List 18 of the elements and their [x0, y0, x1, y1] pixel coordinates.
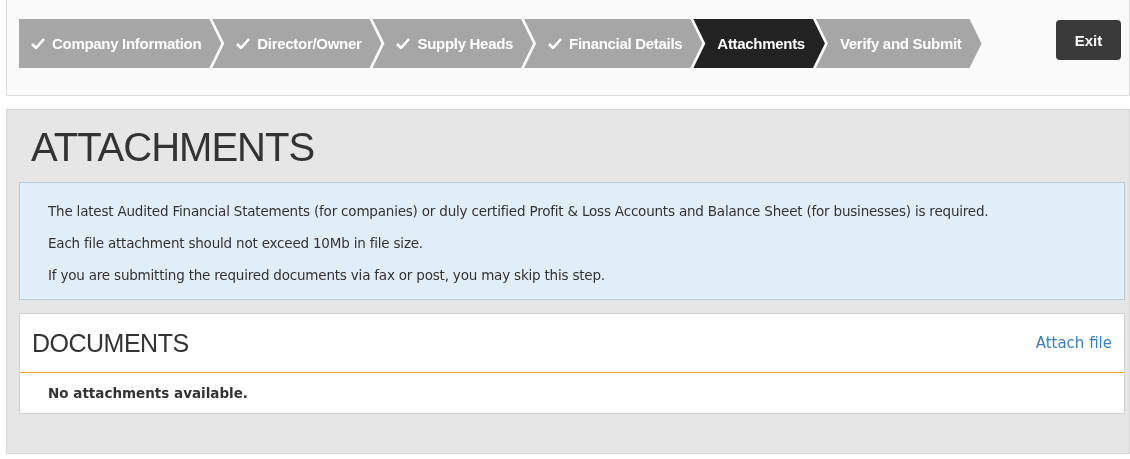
empty-message: No attachments available.	[47, 384, 249, 403]
notice-text: The latest Audited Financial Statements (for companies) or duly certified Profit & Loss Accounts and Balance Sheet (for businesses) is required.	[48, 202, 990, 221]
checkmark-icon	[396, 38, 411, 49]
notice-text: Each file attachment should not exceed 10Mb in file size.	[48, 234, 424, 253]
wizard-step[interactable]: Verify and Submit	[815, 19, 982, 68]
exit-button[interactable]: Exit	[1056, 20, 1121, 60]
wizard-step[interactable]: Director/Owner	[212, 19, 382, 68]
wizard-step[interactable]: Company Information	[19, 19, 222, 68]
attach-file-link[interactable]: Attach file	[1035, 334, 1112, 352]
section-title: DOCUMENTS	[32, 328, 189, 358]
notice-text: If you are submitting the required documents via fax or post, you may skip this step.	[48, 266, 606, 285]
page-title: ATTACHMENTS	[31, 124, 316, 170]
wizard-step[interactable]: Financial Details	[524, 19, 703, 68]
checkmark-icon	[548, 38, 563, 49]
wizard-step[interactable]: Attachments	[693, 19, 825, 68]
checkmark-icon	[236, 38, 251, 49]
checkmark-icon	[31, 38, 45, 49]
wizard-step[interactable]: Supply Heads	[372, 19, 534, 68]
